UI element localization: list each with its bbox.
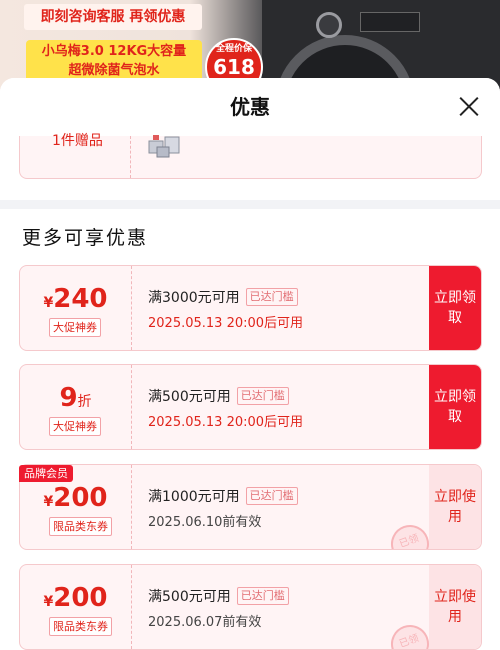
- amount-value: 200: [53, 583, 108, 613]
- claim-button[interactable]: 立即领取: [429, 266, 481, 350]
- coupon-card: ¥200 限品类东券 满1000元可用 已达门槛 2025.06.10前有效 已领…: [19, 464, 482, 550]
- coupon-time: 2025.05.13 20:00后可用: [148, 415, 304, 430]
- banner-headline: 即刻咨询客服 再领优惠: [24, 4, 202, 30]
- section-gap: [0, 200, 500, 209]
- coupon-time: 2025.05.13 20:00后可用: [148, 316, 304, 331]
- amount-unit: 折: [77, 394, 92, 410]
- coupon-card: ¥240 大促神券 满3000元可用 已达门槛 2025.05.13 20:00后…: [19, 265, 482, 351]
- claimed-stamp: 已领: [385, 519, 435, 549]
- banner-product-line1: 小乌梅3.0 12KG大容量: [41, 44, 187, 59]
- currency-symbol: ¥: [43, 594, 54, 610]
- gift-thumbnail-icon: [148, 135, 180, 158]
- condition-text: 满500元可用: [148, 589, 231, 605]
- coupon-condition: 满1000元可用 已达门槛: [148, 486, 298, 506]
- coupon-card: 9折 大促神券 满500元可用 已达门槛 2025.05.13 20:00后可用 …: [19, 364, 482, 450]
- coupon-value-area: ¥200 限品类东券: [20, 565, 131, 649]
- gift-label: 1件赠品: [52, 133, 103, 149]
- coupon-card: ¥200 限品类东券 满500元可用 已达门槛 2025.06.07前有效 已领 …: [19, 564, 482, 650]
- coupon-divider: [131, 465, 132, 549]
- coupon-condition: 满3000元可用 已达门槛: [148, 287, 298, 307]
- claimed-stamp: 已领: [385, 619, 435, 649]
- sheet-title: 优惠: [230, 95, 270, 119]
- threshold-badge: 已达门槛: [245, 487, 298, 505]
- use-button[interactable]: 立即使用: [429, 565, 481, 649]
- coupon-amount: 9折: [20, 383, 131, 417]
- condition-text: 满1000元可用: [148, 489, 240, 505]
- seal-main-text: 618: [213, 55, 255, 79]
- amount-value: 240: [53, 284, 108, 314]
- close-icon[interactable]: [458, 95, 480, 117]
- claim-button[interactable]: 立即领取: [429, 365, 481, 449]
- coupon-condition: 满500元可用 已达门槛: [148, 386, 289, 406]
- coupon-type-tag: 大促神券: [49, 417, 101, 436]
- coupon-type-tag: 限品类东券: [49, 517, 112, 536]
- condition-text: 满500元可用: [148, 389, 231, 405]
- currency-symbol: ¥: [43, 494, 54, 510]
- coupon-amount: ¥200: [20, 483, 131, 517]
- section-title: 更多可享优惠: [22, 227, 149, 249]
- coupon-amount: ¥240: [20, 284, 131, 318]
- offers-sheet: 优惠 1件赠品 更多可享优惠 ¥240 大促神券 满3000元可用 已达门槛 20…: [0, 78, 500, 650]
- coupon-amount: ¥200: [20, 583, 131, 617]
- coupon-value-area: ¥240 大促神券: [20, 266, 131, 350]
- seal-top-text: 全程价保: [215, 44, 252, 54]
- coupon-divider: [131, 565, 132, 649]
- coupon-time: 2025.06.10前有效: [148, 515, 262, 530]
- coupon-condition: 满500元可用 已达门槛: [148, 586, 289, 606]
- coupon-divider: [131, 365, 132, 449]
- coupon-time: 2025.06.07前有效: [148, 615, 262, 630]
- gift-card-partial[interactable]: 1件赠品: [19, 133, 482, 179]
- threshold-badge: 已达门槛: [245, 288, 298, 306]
- coupon-value-area: 9折 大促神券: [20, 365, 131, 449]
- coupon-type-tag: 限品类东券: [49, 617, 112, 636]
- coupon-divider: [131, 266, 132, 350]
- washer-knob: [316, 12, 342, 38]
- coupon-type-tag: 大促神券: [49, 318, 101, 337]
- amount-value: 200: [53, 483, 108, 513]
- amount-value: 9: [59, 383, 78, 413]
- condition-text: 满3000元可用: [148, 290, 240, 306]
- member-badge: 品牌会员: [19, 465, 73, 482]
- threshold-badge: 已达门槛: [236, 387, 289, 405]
- currency-symbol: ¥: [43, 295, 54, 311]
- threshold-badge: 已达门槛: [236, 587, 289, 605]
- card-divider: [130, 136, 131, 178]
- sheet-header: 优惠: [0, 78, 500, 136]
- use-button[interactable]: 立即使用: [429, 465, 481, 549]
- washer-panel: [360, 12, 420, 32]
- banner-product-text: 小乌梅3.0 12KG大容量 超微除菌气泡水: [26, 40, 202, 82]
